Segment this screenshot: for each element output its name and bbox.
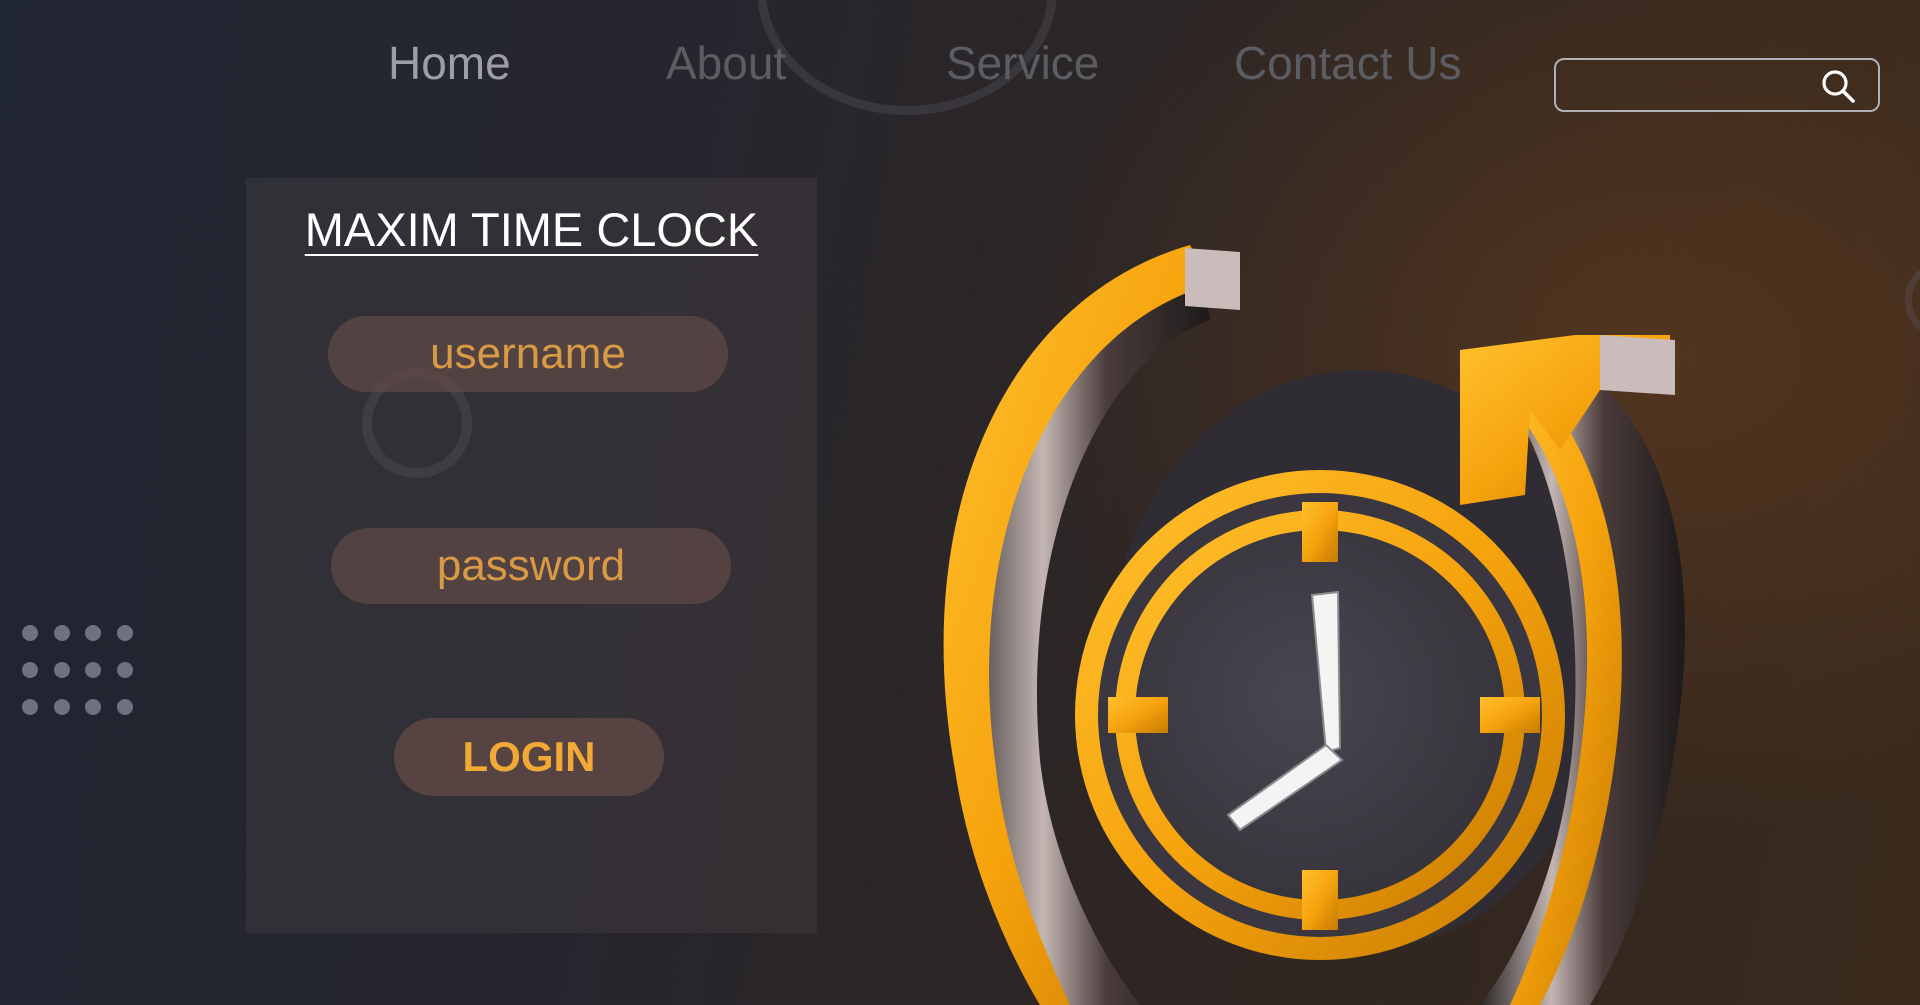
dot	[85, 662, 101, 678]
login-title: MAXIM TIME CLOCK	[304, 203, 759, 256]
dot	[22, 625, 38, 641]
top-navigation: Home About Service Contact Us	[0, 30, 1920, 112]
search-box[interactable]	[1554, 58, 1880, 112]
dot	[54, 699, 70, 715]
dot-grid-decoration	[22, 625, 142, 720]
marker-9	[1108, 697, 1168, 733]
marker-12	[1302, 502, 1338, 562]
dot	[117, 662, 133, 678]
dot	[117, 625, 133, 641]
nav-contact-link[interactable]: Contact Us	[1234, 36, 1462, 90]
dot	[117, 699, 133, 715]
marker-6	[1302, 870, 1338, 930]
dot	[54, 625, 70, 641]
username-input[interactable]	[328, 316, 728, 392]
clock-face	[1135, 530, 1505, 900]
dot	[54, 662, 70, 678]
decorative-ring-right	[1905, 265, 1920, 335]
dot	[22, 662, 38, 678]
dot	[22, 699, 38, 715]
search-input[interactable]	[1572, 66, 1816, 106]
nav-home-link[interactable]: Home	[388, 36, 511, 90]
nav-service-link[interactable]: Service	[946, 36, 1099, 90]
clock-refresh-icon	[943, 245, 1685, 1005]
dot	[85, 699, 101, 715]
search-icon[interactable]	[1820, 68, 1856, 104]
dot	[85, 625, 101, 641]
password-input[interactable]	[331, 528, 731, 604]
left-arc-cap	[1185, 248, 1240, 310]
marker-3	[1480, 697, 1540, 733]
nav-about-link[interactable]: About	[666, 36, 786, 90]
arrow-head-cap	[1600, 335, 1675, 395]
login-button[interactable]: LOGIN	[394, 718, 664, 796]
login-panel: MAXIM TIME CLOCK LOGIN	[246, 178, 817, 933]
